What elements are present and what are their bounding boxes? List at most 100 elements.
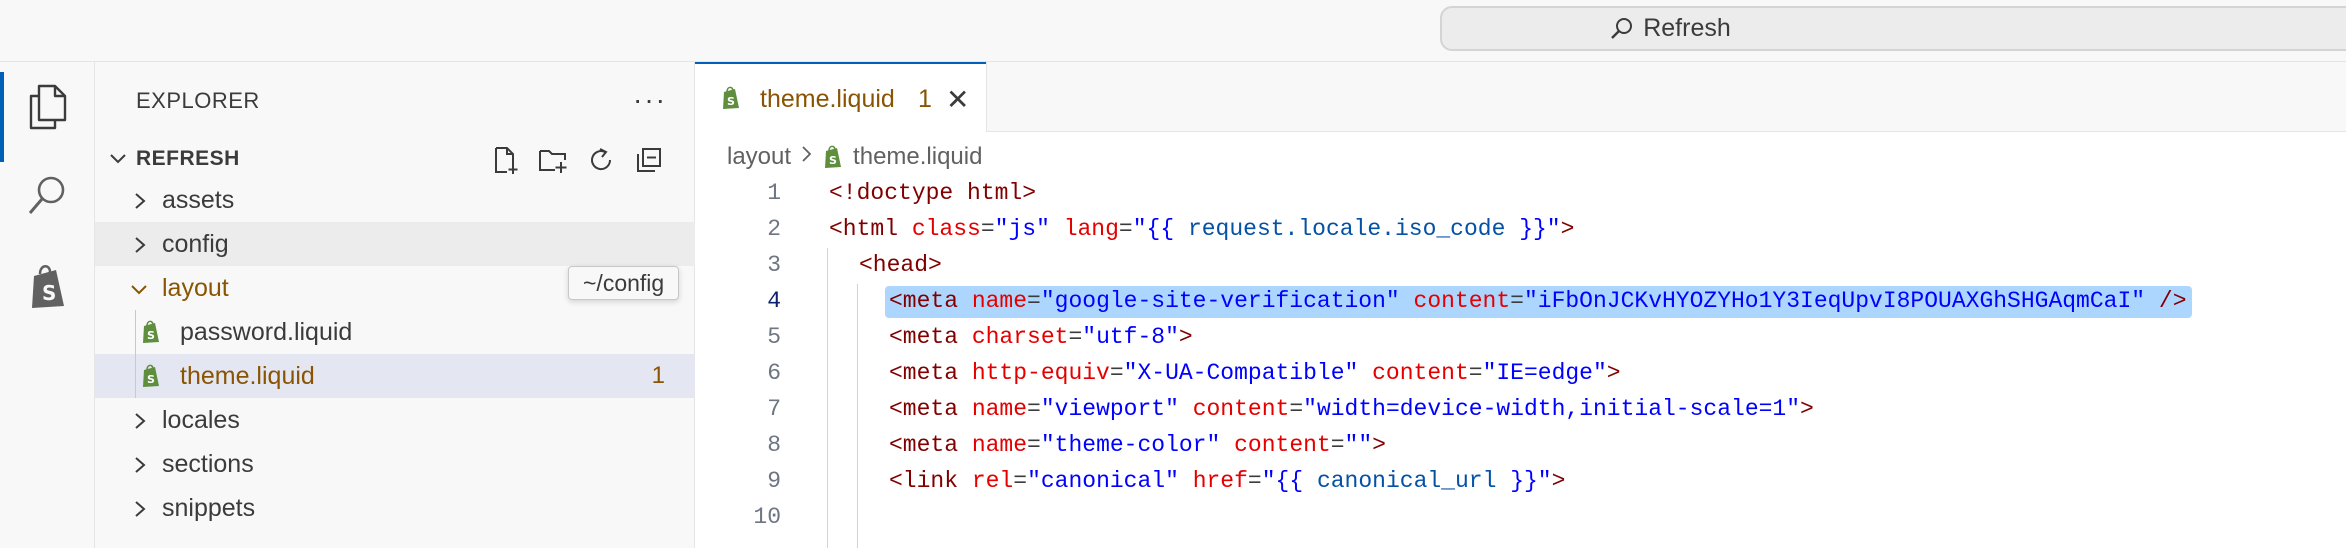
line-number: 9	[767, 468, 781, 494]
code-token: <!doctype html>	[829, 180, 1037, 206]
code-token: content	[1372, 360, 1469, 386]
code-token: <head>	[859, 252, 942, 278]
workspace-section-header[interactable]: REFRESH	[95, 140, 695, 178]
code-line[interactable]: 8 <meta name="theme-color" content="">	[695, 428, 2346, 464]
code-token: name	[971, 288, 1028, 314]
code-line[interactable]: 6 <meta http-equiv="X-UA-Compatible" cont…	[695, 356, 2346, 392]
title-bar: Refresh	[0, 0, 2346, 62]
code-token: "{{	[1132, 216, 1188, 242]
tree-folder-locales[interactable]: locales	[95, 398, 695, 442]
tree-item-label: config	[162, 230, 229, 258]
code-token: content	[1192, 396, 1290, 422]
code-token: }}"	[1505, 216, 1561, 242]
code-token: =	[1468, 360, 1483, 386]
code-editor[interactable]: 1 <!doctype html> 2 <html class="js" lang="…	[695, 176, 2346, 548]
tree-file-password-liquid[interactable]: S password.liquid	[95, 310, 695, 354]
code-token: "IE=edge"	[1482, 360, 1607, 386]
code-token: <link	[889, 468, 972, 494]
shopify-icon: S	[31, 265, 64, 308]
explorer-icon	[29, 84, 66, 130]
tree-item-label: layout	[162, 274, 229, 302]
code-token: <meta	[889, 360, 972, 386]
code-text: <meta http-equiv="X-UA-Compatible" conte…	[889, 360, 1621, 386]
svg-text:S: S	[829, 154, 837, 167]
workspace-name: REFRESH	[136, 147, 240, 170]
code-line[interactable]: 2 <html class="js" lang="{{ request.local…	[695, 212, 2346, 248]
code-token: >	[1800, 396, 1814, 422]
line-number: 7	[767, 396, 781, 422]
tree-folder-snippets[interactable]: snippets	[95, 486, 695, 530]
svg-text:S: S	[42, 281, 56, 305]
tree-file-theme-liquid[interactable]: S theme.liquid 1	[95, 354, 695, 398]
code-text: <meta name="viewport" content="width=dev…	[889, 396, 1814, 422]
code-token: "{{	[1261, 468, 1317, 494]
code-token: content	[1234, 432, 1331, 458]
code-token: "canonical"	[1027, 468, 1179, 494]
activity-search[interactable]	[0, 152, 95, 242]
code-token: rel	[971, 468, 1014, 494]
code-line[interactable]: 7 <meta name="viewport" content="width=de…	[695, 392, 2346, 428]
search-icon	[1611, 17, 1633, 39]
refresh-icon[interactable]	[584, 144, 618, 176]
sidebar-title: EXPLORER	[136, 88, 260, 113]
code-token: "width=device-width,initial-scale=1"	[1303, 396, 1801, 422]
tree-folder-assets[interactable]: assets	[95, 178, 695, 222]
code-token: =	[1247, 468, 1262, 494]
line-number: 2	[767, 216, 781, 242]
shopify-file-icon: S	[143, 364, 159, 387]
tree-folder-config[interactable]: config	[95, 222, 695, 266]
code-text: <html class="js" lang="{{ request.locale…	[829, 216, 1574, 242]
line-number: 4	[767, 288, 781, 314]
line-number: 8	[767, 432, 781, 458]
code-token: <meta	[889, 432, 972, 458]
code-token: "X-UA-Compatible"	[1123, 360, 1359, 386]
tree-folder-sections[interactable]: sections	[95, 442, 695, 486]
code-line[interactable]: 9 <link rel="canonical" href="{{ canonica…	[695, 464, 2346, 500]
tab-theme-liquid[interactable]: S theme.liquid 1 ✕	[695, 62, 987, 132]
activity-bar: S	[0, 62, 95, 548]
breadcrumb-file[interactable]: theme.liquid	[853, 143, 982, 171]
line-number: 10	[753, 504, 781, 530]
chevron-right-icon	[135, 457, 146, 473]
new-file-icon[interactable]	[488, 144, 522, 176]
code-token: =	[1013, 468, 1028, 494]
code-token: =	[1027, 288, 1041, 314]
command-center-search[interactable]: Refresh	[1440, 6, 2346, 51]
shopify-file-icon: S	[825, 145, 842, 168]
breadcrumb-folder[interactable]: layout	[727, 143, 791, 171]
code-line[interactable]: 4 <meta name="google-site-verification" c…	[695, 284, 2346, 320]
more-actions-icon[interactable]: ···	[633, 84, 667, 116]
code-line[interactable]: 1 <!doctype html>	[695, 176, 2346, 212]
code-line[interactable]: 3 <head>	[695, 248, 2346, 284]
code-token: =	[1068, 324, 1083, 350]
chevron-right-icon	[135, 501, 146, 517]
new-folder-icon[interactable]	[536, 144, 570, 176]
code-line[interactable]: 10	[695, 500, 2346, 536]
close-icon[interactable]: ✕	[946, 83, 969, 116]
code-line[interactable]: 5 <meta charset="utf-8">	[695, 320, 2346, 356]
code-token: <meta	[889, 288, 972, 314]
code-text: <meta name="google-site-verification" co…	[889, 288, 2187, 314]
activity-explorer[interactable]	[0, 62, 95, 162]
code-token: content	[1413, 288, 1511, 314]
code-token: =	[1289, 396, 1304, 422]
chevron-right-icon	[801, 143, 813, 171]
code-text: <!doctype html>	[829, 180, 1036, 206]
code-token: >	[1372, 432, 1386, 458]
svg-text:S: S	[147, 329, 155, 342]
code-token: =	[1330, 432, 1345, 458]
svg-text:S: S	[147, 373, 155, 386]
chevron-right-icon	[135, 237, 146, 253]
code-token: href	[1192, 468, 1248, 494]
activity-shopify[interactable]: S	[0, 242, 95, 332]
collapse-all-icon[interactable]	[632, 144, 666, 176]
path-tooltip: ~/config	[568, 266, 680, 300]
tree-indent-guide	[135, 310, 136, 398]
line-number: 3	[767, 252, 781, 278]
tree-item-label: sections	[162, 450, 254, 478]
